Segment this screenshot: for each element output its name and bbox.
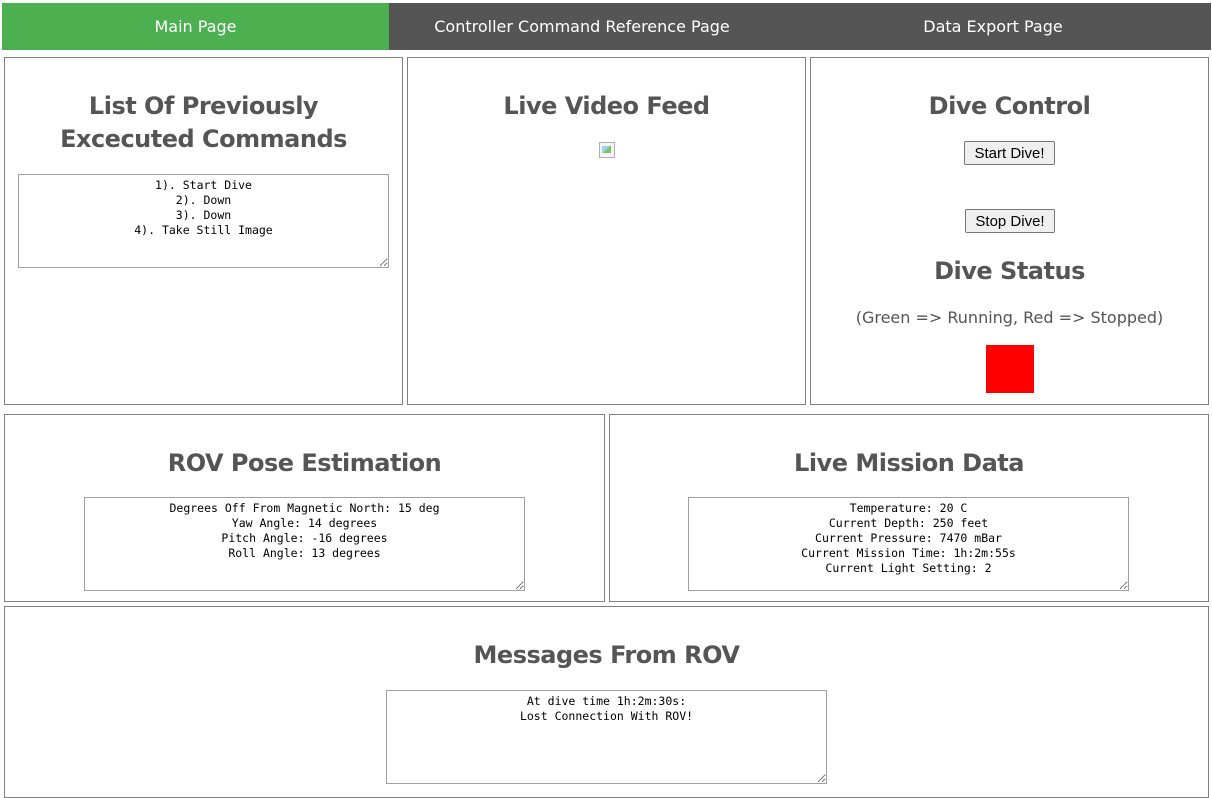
dive-control-panel: Dive Control Start Dive! Stop Dive! Dive… (810, 57, 1209, 405)
tab-main-page[interactable]: Main Page (2, 3, 389, 50)
video-title: Live Video Feed (503, 92, 710, 120)
tab-controller-command-reference[interactable]: Controller Command Reference Page (389, 3, 775, 50)
dive-status-title: Dive Status (934, 257, 1085, 285)
mission-data-panel: Live Mission Data (609, 414, 1209, 602)
pose-panel: ROV Pose Estimation (4, 414, 605, 602)
start-dive-button[interactable]: Start Dive! (964, 141, 1055, 165)
video-panel: Live Video Feed (407, 57, 806, 405)
stop-dive-button[interactable]: Stop Dive! (965, 209, 1055, 233)
pose-title: ROV Pose Estimation (167, 449, 442, 477)
broken-image-icon (599, 142, 615, 158)
commands-title: List Of Previously Excecuted Commands (60, 92, 347, 153)
messages-textarea[interactable] (386, 690, 827, 784)
commands-list-textarea[interactable] (18, 174, 389, 268)
top-nav: Main Page Controller Command Reference P… (2, 3, 1211, 50)
messages-panel: Messages From ROV (4, 606, 1209, 798)
mission-data-textarea[interactable] (688, 497, 1129, 591)
dive-control-title: Dive Control (928, 92, 1091, 120)
dive-status-indicator (986, 345, 1034, 393)
dive-status-legend: (Green => Running, Red => Stopped) (855, 308, 1164, 327)
mission-data-title: Live Mission Data (794, 449, 1024, 477)
commands-panel: List Of Previously Excecuted Commands (4, 57, 403, 405)
tab-data-export[interactable]: Data Export Page (775, 3, 1211, 50)
pose-textarea[interactable] (84, 497, 525, 591)
messages-title: Messages From ROV (473, 641, 740, 669)
